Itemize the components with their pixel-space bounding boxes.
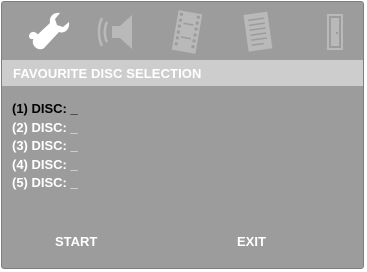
disc-entry-4[interactable]: (4) DISC: _ — [12, 156, 78, 175]
disc-entry-1[interactable]: (1) DISC: _ — [12, 100, 78, 119]
menu-icon-bar — [2, 2, 363, 60]
disc-entry-3[interactable]: (3) DISC: _ — [12, 137, 78, 156]
start-button[interactable]: START — [55, 234, 97, 249]
speaker-icon[interactable] — [96, 10, 142, 54]
disc-list: (1) DISC: _ (2) DISC: _ (3) DISC: _ (4) … — [12, 100, 78, 193]
header-band: FAVOURITE DISC SELECTION — [2, 60, 363, 86]
action-bar: START EXIT — [2, 234, 363, 254]
film-icon[interactable] — [164, 10, 210, 54]
osd-screen: FAVOURITE DISC SELECTION (1) DISC: _ (2)… — [1, 1, 364, 269]
disc-entry-5[interactable]: (5) DISC: _ — [12, 174, 78, 193]
disc-entry-2[interactable]: (2) DISC: _ — [12, 119, 78, 138]
wrench-icon[interactable] — [26, 10, 72, 54]
page-title: FAVOURITE DISC SELECTION — [13, 66, 202, 81]
document-icon[interactable] — [236, 10, 282, 54]
door-exit-icon[interactable] — [314, 10, 360, 54]
exit-button[interactable]: EXIT — [237, 234, 266, 249]
